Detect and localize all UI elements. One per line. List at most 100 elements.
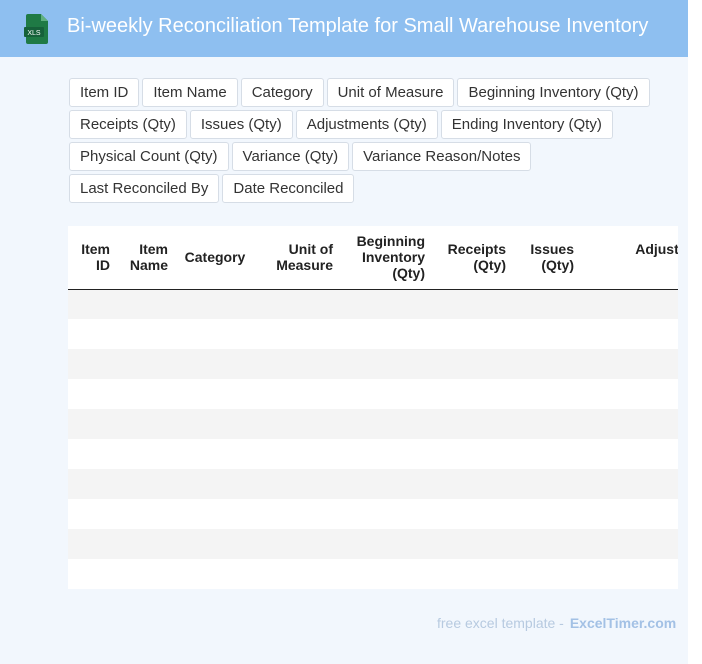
table-cell[interactable]: [582, 529, 678, 559]
column-header-line: Item: [139, 241, 168, 258]
column-header-line: Measure: [276, 257, 333, 274]
table-cell[interactable]: [176, 499, 256, 529]
table-cell[interactable]: [118, 349, 176, 379]
table-cell[interactable]: [176, 289, 256, 319]
table-cell[interactable]: [341, 499, 433, 529]
footer-brand-link[interactable]: ExcelTimer.com: [570, 615, 676, 631]
table-cell[interactable]: [582, 379, 678, 409]
table-cell[interactable]: [256, 349, 341, 379]
table-cell[interactable]: [256, 529, 341, 559]
column-tag: Receipts (Qty): [69, 110, 187, 139]
table-cell[interactable]: [176, 559, 256, 589]
table-cell[interactable]: [118, 409, 176, 439]
table-cell[interactable]: [582, 349, 678, 379]
table-cell[interactable]: [118, 529, 176, 559]
table-cell[interactable]: [514, 559, 582, 589]
table-cell[interactable]: [582, 289, 678, 319]
column-header: Adjustments(Qty): [582, 226, 678, 290]
column-tag: Variance Reason/Notes: [352, 142, 532, 171]
table-cell[interactable]: [341, 379, 433, 409]
table-cell[interactable]: [433, 439, 514, 469]
table-cell[interactable]: [514, 469, 582, 499]
table-cell[interactable]: [176, 319, 256, 349]
table-cell[interactable]: [118, 469, 176, 499]
table-cell[interactable]: [582, 499, 678, 529]
table-cell[interactable]: [176, 349, 256, 379]
table-cell[interactable]: [433, 409, 514, 439]
table-cell[interactable]: [433, 349, 514, 379]
table-cell[interactable]: [256, 319, 341, 349]
table-cell[interactable]: [514, 319, 582, 349]
table-cell[interactable]: [68, 289, 118, 319]
table-cell[interactable]: [68, 499, 118, 529]
table-cell[interactable]: [582, 319, 678, 349]
table-cell[interactable]: [341, 529, 433, 559]
table-row: [68, 469, 678, 499]
table-row: [68, 559, 678, 589]
table-cell[interactable]: [256, 379, 341, 409]
column-tag: Last Reconciled By: [69, 174, 220, 203]
table-cell[interactable]: [256, 409, 341, 439]
table-cell[interactable]: [68, 439, 118, 469]
table-cell[interactable]: [68, 349, 118, 379]
table-row: [68, 289, 678, 319]
column-header: Unit of Measure: [256, 226, 341, 290]
table-cell[interactable]: [68, 559, 118, 589]
table-cell[interactable]: [256, 289, 341, 319]
table-cell[interactable]: [582, 439, 678, 469]
table-cell[interactable]: [118, 379, 176, 409]
table-cell[interactable]: [582, 469, 678, 499]
table-cell[interactable]: [68, 379, 118, 409]
table-cell[interactable]: [118, 319, 176, 349]
table-cell[interactable]: [118, 289, 176, 319]
table-cell[interactable]: [433, 289, 514, 319]
table-cell[interactable]: [514, 349, 582, 379]
table-cell[interactable]: [341, 559, 433, 589]
table-cell[interactable]: [176, 379, 256, 409]
table-cell[interactable]: [176, 469, 256, 499]
table-cell[interactable]: [68, 409, 118, 439]
table-cell[interactable]: [256, 559, 341, 589]
table-cell[interactable]: [433, 319, 514, 349]
column-header-line: (Qty): [473, 257, 506, 274]
table-cell[interactable]: [433, 469, 514, 499]
table-cell[interactable]: [433, 379, 514, 409]
table-cell[interactable]: [176, 409, 256, 439]
table-cell[interactable]: [256, 469, 341, 499]
table-cell[interactable]: [433, 499, 514, 529]
table-cell[interactable]: [68, 319, 118, 349]
column-header-line: Receipts: [447, 241, 506, 258]
footer-prefix: free excel template -: [437, 615, 564, 631]
table-cell[interactable]: [68, 469, 118, 499]
footer-credit: free excel template - ExcelTimer.com: [437, 615, 676, 631]
table-cell[interactable]: [514, 409, 582, 439]
table-cell[interactable]: [514, 529, 582, 559]
table-cell[interactable]: [514, 439, 582, 469]
table-cell[interactable]: [514, 499, 582, 529]
table-cell[interactable]: [118, 559, 176, 589]
table-cell[interactable]: [341, 349, 433, 379]
table-cell[interactable]: [433, 559, 514, 589]
table-cell[interactable]: [582, 559, 678, 589]
table-cell[interactable]: [582, 409, 678, 439]
table-cell[interactable]: [176, 529, 256, 559]
table-cell[interactable]: [176, 439, 256, 469]
table-cell[interactable]: [341, 319, 433, 349]
table-cell[interactable]: [256, 499, 341, 529]
table-cell[interactable]: [514, 379, 582, 409]
table-cell[interactable]: [256, 439, 341, 469]
table-cell[interactable]: [118, 439, 176, 469]
table-cell[interactable]: [341, 469, 433, 499]
table-cell[interactable]: [68, 529, 118, 559]
table-cell[interactable]: [118, 499, 176, 529]
column-header: Item ID: [68, 226, 118, 290]
table-cell[interactable]: [341, 439, 433, 469]
table-cell[interactable]: [341, 289, 433, 319]
template-table-container: Item ID Item Name Category Unit of Measure Begi…: [68, 226, 678, 589]
table-cell[interactable]: [341, 409, 433, 439]
page-title: Bi-weekly Reconciliation Template for Sm…: [67, 15, 649, 37]
table-cell[interactable]: [514, 289, 582, 319]
column-header: Beginning Inventory (Qty): [341, 226, 433, 290]
table-cell[interactable]: [433, 529, 514, 559]
column-header-line: Inventory: [361, 249, 425, 266]
